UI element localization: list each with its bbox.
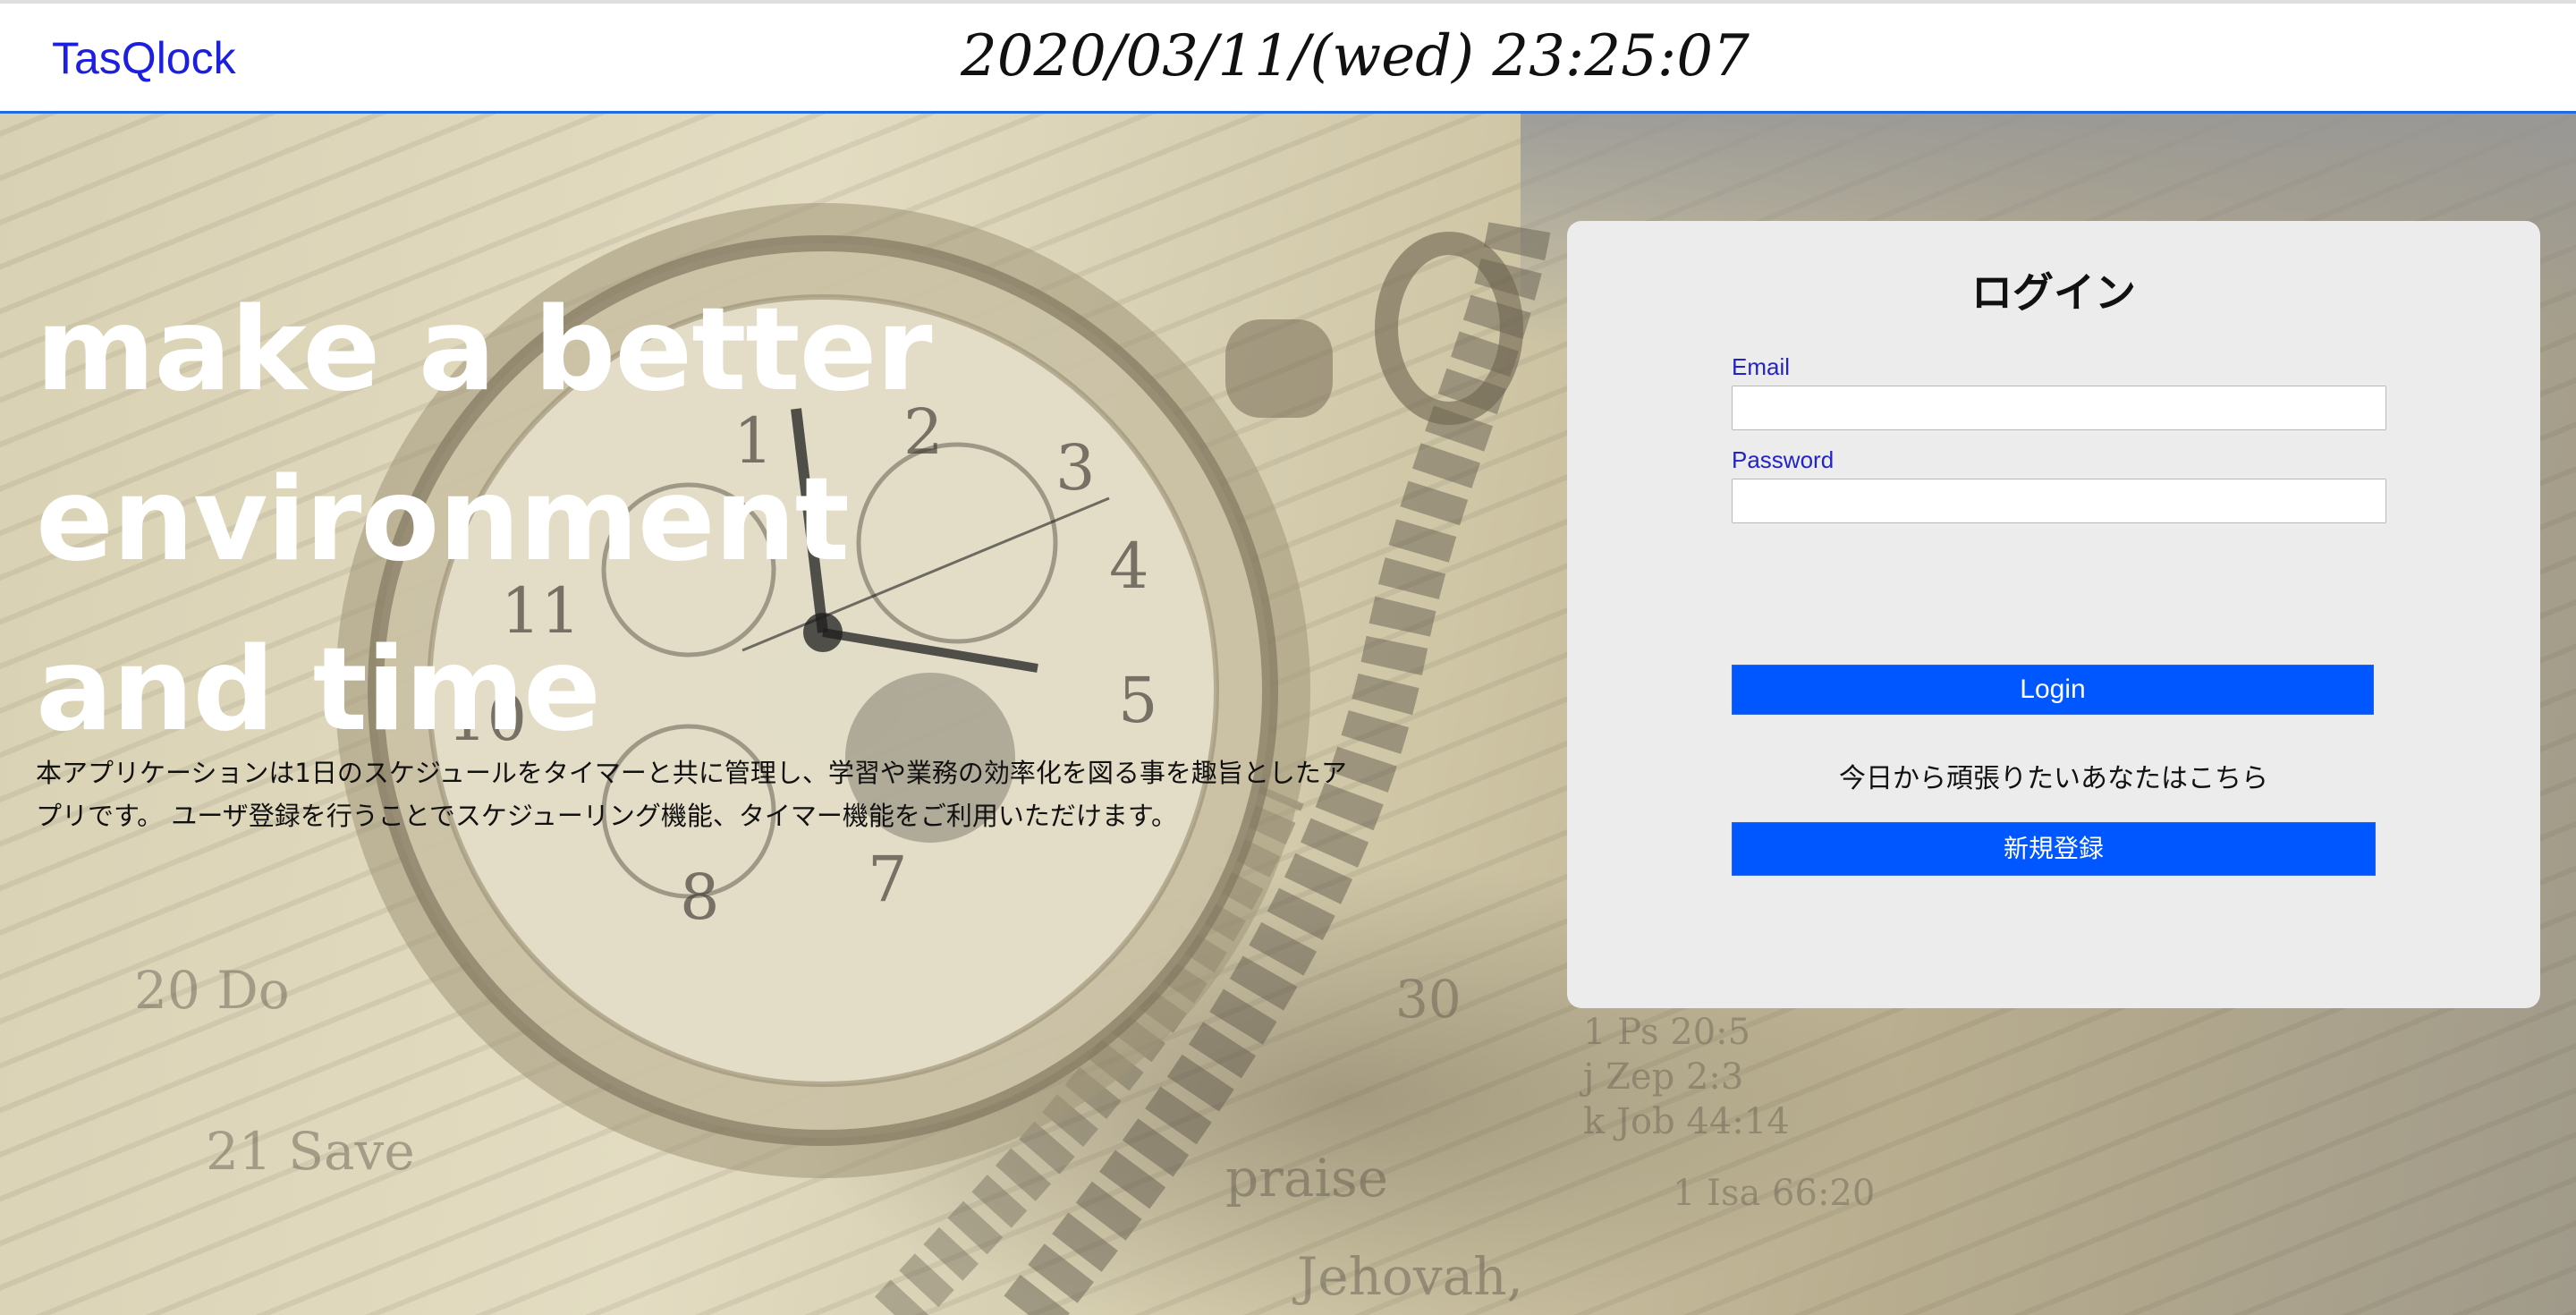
signup-button[interactable]: 新規登録	[1732, 822, 2376, 876]
app-description-line-1: 本アプリケーションは1日のスケジュールをタイマーと共に管理し、学習や業務の効率化…	[36, 758, 1347, 788]
password-label: Password	[1732, 446, 1835, 473]
login-card: ログイン Email Password Login 今日から頑張りたいあなたはこ…	[1567, 221, 2540, 1008]
page: TasQlock 2020/03/11/(wed) 23:25:07 1 2 3…	[0, 0, 2576, 1315]
navbar: TasQlock 2020/03/11/(wed) 23:25:07	[0, 4, 2576, 114]
hero-headline-line-1: make a better	[36, 284, 933, 417]
signup-prompt: 今日から頑張りたいあなたはこちら	[1839, 763, 2268, 794]
app-description-line-2: プリです。 ユーザ登録を行うことでスケジューリング機能、タイマー機能をご利用いた…	[36, 801, 1177, 831]
login-title: ログイン	[1971, 268, 2136, 317]
svg-text:1 Ps 20:5: 1 Ps 20:5	[1583, 1012, 1750, 1053]
password-field[interactable]	[1732, 479, 2386, 523]
hero-headline-line-3: and time	[36, 624, 601, 757]
svg-text:j Zep 2:3: j Zep 2:3	[1580, 1056, 1743, 1098]
hero-headline: make a better environment and time	[36, 266, 1199, 776]
email-field[interactable]	[1732, 386, 2386, 430]
svg-text:praise: praise	[1225, 1148, 1388, 1209]
email-label: Email	[1732, 353, 1791, 380]
svg-text:21 Save: 21 Save	[206, 1121, 415, 1182]
svg-text:Jehovah,: Jehovah,	[1292, 1246, 1523, 1307]
svg-text:k Job 44:14: k Job 44:14	[1583, 1101, 1790, 1142]
hero-section: 1 2 3 4 5 11 10 8 7 20 Do 21 Save praise…	[0, 114, 2576, 1315]
app-description: 本アプリケーションは1日のスケジュールをタイマーと共に管理し、学習や業務の効率化…	[36, 751, 1503, 837]
svg-text:8: 8	[680, 861, 720, 934]
brand-link[interactable]: TasQlock	[52, 32, 236, 84]
login-button[interactable]: Login	[1732, 665, 2374, 715]
hero-headline-line-2: environment	[36, 454, 850, 587]
svg-text:7: 7	[868, 843, 908, 916]
svg-text:20 Do: 20 Do	[134, 960, 290, 1021]
svg-text:30: 30	[1395, 969, 1462, 1030]
current-datetime-clock: 2020/03/11/(wed) 23:25:07	[961, 23, 1750, 89]
svg-text:1 Isa 66:20: 1 Isa 66:20	[1673, 1173, 1875, 1214]
